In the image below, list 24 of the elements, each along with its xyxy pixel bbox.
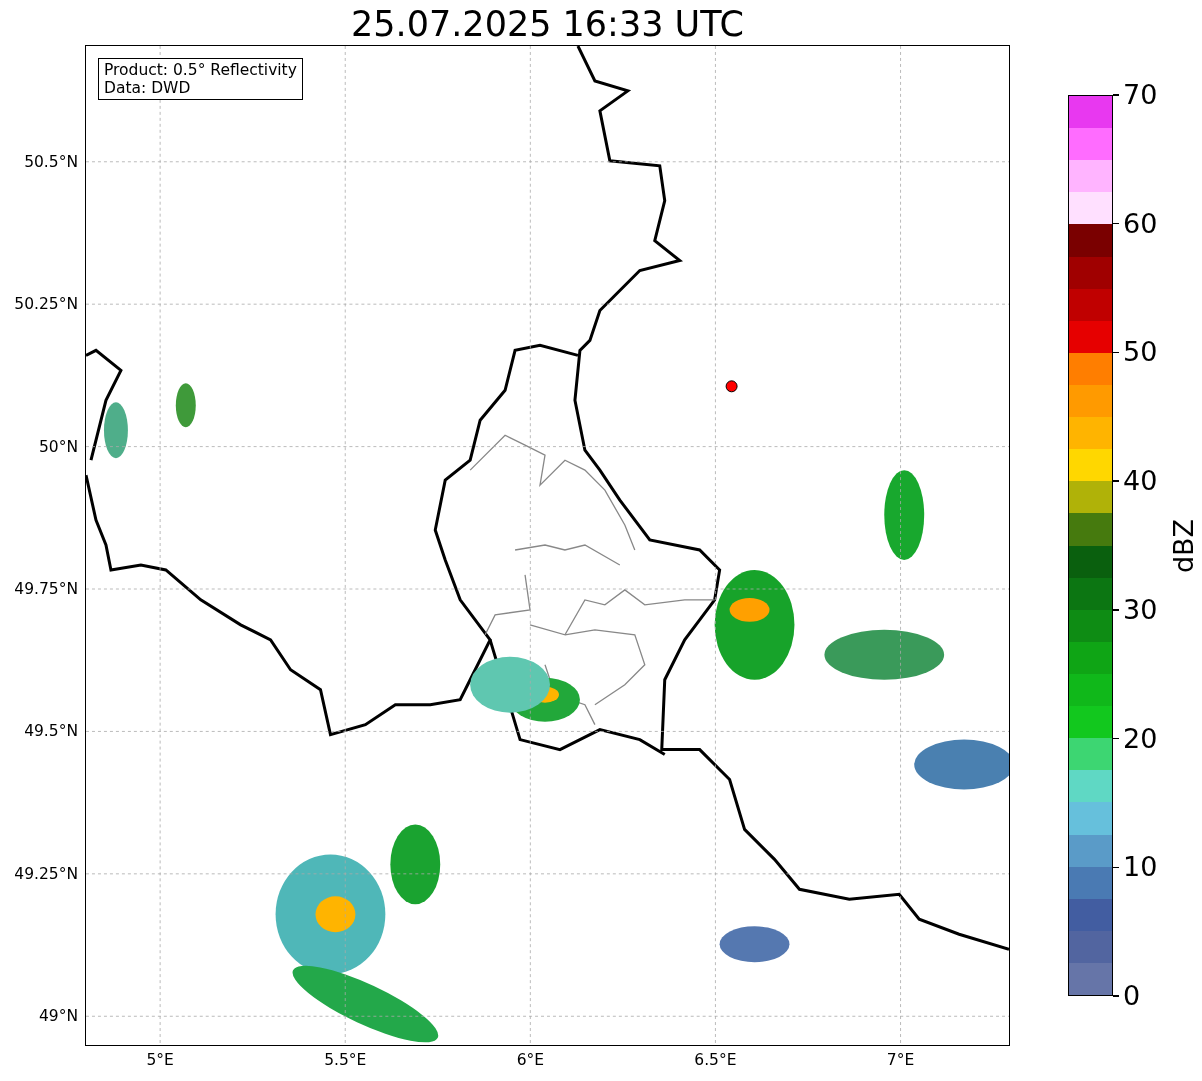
legend-text: Data: DWD: [104, 79, 192, 97]
colorbar-tick-label: 40: [1123, 466, 1158, 497]
latitude-label: 50.5°N: [24, 152, 78, 171]
latitude-label: 50°N: [38, 437, 78, 456]
colorbar-title: dBZ: [1168, 518, 1199, 573]
legend-text: Product: 0.5° Reflectivity: [104, 61, 297, 79]
longitude-label: 6°E: [516, 1051, 545, 1069]
latitude-label: 49°N: [38, 1007, 78, 1026]
colorbar-tick-label: 70: [1123, 80, 1158, 110]
latitude-label: 50.25°N: [14, 295, 78, 314]
latitude-label: 49.75°N: [14, 580, 78, 598]
longitude-label: 7°E: [886, 1051, 915, 1069]
colorbar-tick-label: 30: [1123, 594, 1158, 625]
colorbar-tick-label: 60: [1123, 208, 1158, 239]
longitude-label: 5°E: [146, 1051, 174, 1069]
longitude-label: 6.5°E: [694, 1051, 737, 1069]
colorbar-tick-label: 20: [1123, 723, 1158, 754]
latitude-label: 49.5°N: [24, 722, 78, 741]
colorbar-tick-label: 10: [1123, 852, 1158, 883]
latitude-label: 49.25°N: [14, 864, 78, 883]
chart-title: 25.07.2025 16:33 UTC: [350, 3, 745, 45]
colorbar-tick-label: 50: [1123, 337, 1158, 368]
colorbar-tick-label: 0: [1123, 981, 1141, 1011]
longitude-label: 5.5°E: [324, 1051, 367, 1069]
